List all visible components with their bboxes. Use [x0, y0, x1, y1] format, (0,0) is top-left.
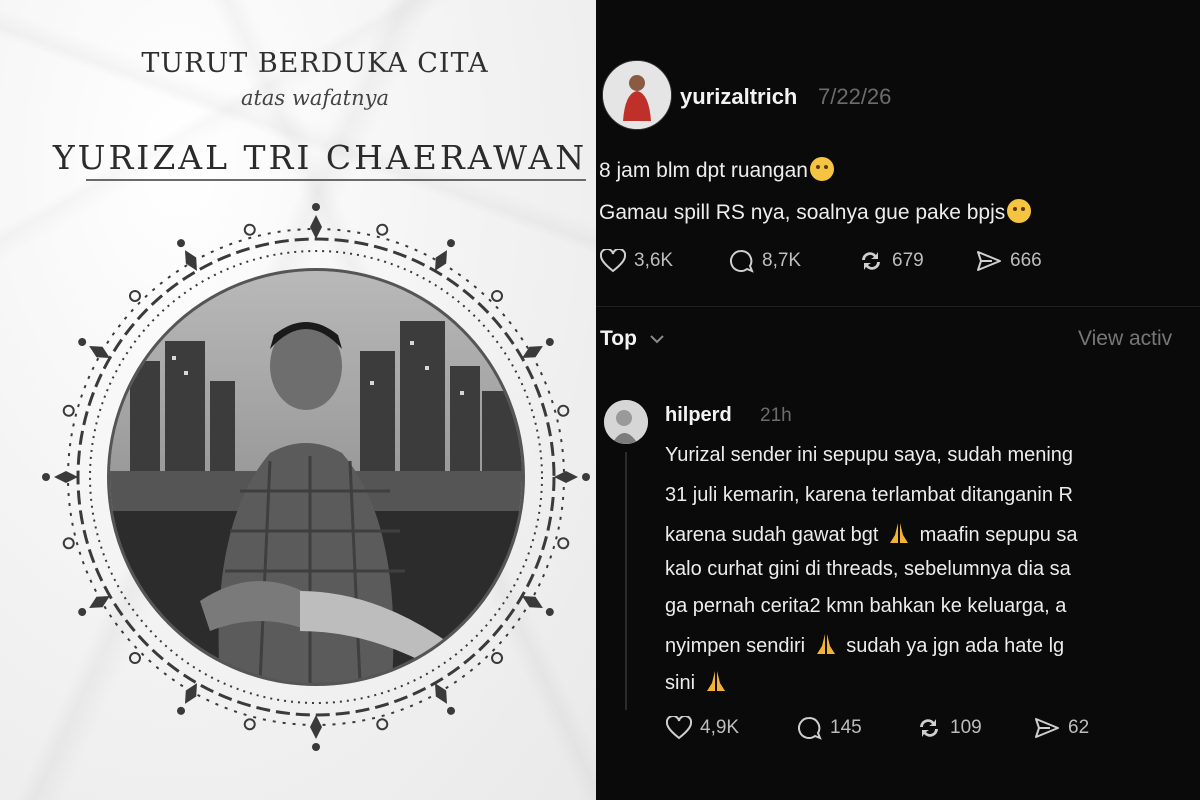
- like-button[interactable]: 3,6K: [600, 249, 673, 273]
- sort-dropdown[interactable]: Top: [600, 327, 637, 351]
- repost-icon: [920, 719, 938, 737]
- share-icon: [1035, 718, 1059, 738]
- heart-icon: [600, 249, 626, 273]
- comment-icon: [730, 249, 754, 273]
- heart-icon: [666, 716, 692, 740]
- share-button[interactable]: 62: [1034, 716, 1089, 740]
- reply-text-line: Yurizal sender ini sepupu saya, sudah me…: [665, 444, 1074, 466]
- repost-button[interactable]: 109: [916, 716, 982, 740]
- memorial-portrait: [107, 268, 525, 686]
- sad-emoji: [1007, 199, 1032, 223]
- section-divider: [596, 306, 1200, 307]
- crying-emoji: [809, 157, 834, 181]
- condolence-heading: TURUT BERDUKA CITA: [141, 48, 489, 79]
- share-count: 666: [1010, 250, 1042, 271]
- share-icon: [977, 251, 1001, 271]
- repost-button[interactable]: 679: [858, 249, 924, 273]
- comment-icon: [798, 716, 822, 740]
- avatar[interactable]: [604, 400, 648, 444]
- post-username[interactable]: yurizaltrich: [680, 84, 797, 110]
- reply-text-line: karena sudah gawat bgt maafin sepupu sa: [665, 521, 1078, 547]
- reply-time: 21h: [760, 405, 792, 426]
- post-text-line: Gamau spill RS nya, soalnya gue pake bpj…: [599, 199, 1032, 225]
- reply-text-line: nyimpen sendiri sudah ya jgn ada hate lg: [665, 632, 1064, 658]
- share-button[interactable]: 666: [976, 249, 1042, 273]
- avatar[interactable]: [602, 60, 672, 130]
- repost-count: 679: [892, 250, 924, 271]
- deceased-name: YURIZAL TRI CHAERAWAN: [52, 138, 588, 177]
- reply-thread-line: [625, 452, 627, 710]
- view-activity-link[interactable]: View activ: [1078, 327, 1172, 351]
- reply-text-line: 31 juli kemarin, karena terlambat ditang…: [665, 484, 1073, 506]
- chevron-down-icon[interactable]: [650, 334, 664, 344]
- reply-username[interactable]: hilperd: [665, 404, 732, 427]
- comment-button[interactable]: 8,7K: [728, 249, 801, 273]
- like-count: 4,9K: [700, 717, 740, 738]
- reply-text-line: ga pernah cerita2 kmn bahkan ke keluarga…: [665, 595, 1067, 617]
- post-text-line: 8 jam blm dpt ruangan: [599, 157, 834, 183]
- condolence-card: TURUT BERDUKA CITA atas wafatnya YURIZAL…: [0, 0, 596, 800]
- threads-post-panel: yurizaltrich 7/22/26 8 jam blm dpt ruang…: [596, 0, 1200, 800]
- comment-count: 145: [830, 717, 862, 738]
- reply-text-line: sini: [665, 669, 731, 695]
- praying-hands-emoji: [706, 671, 725, 691]
- repost-icon: [862, 252, 880, 270]
- praying-hands-emoji: [816, 634, 835, 654]
- reply-text-line: kalo curhat gini di threads, sebelumnya …: [665, 558, 1071, 580]
- comment-count: 8,7K: [762, 250, 802, 271]
- praying-hands-emoji: [890, 523, 909, 543]
- post-date: 7/22/26: [818, 84, 892, 109]
- comment-button[interactable]: 145: [796, 716, 862, 740]
- repost-count: 109: [950, 717, 982, 738]
- like-count: 3,6K: [634, 250, 674, 271]
- share-count: 62: [1068, 717, 1090, 738]
- like-button[interactable]: 4,9K: [666, 716, 739, 740]
- condolence-subheading: atas wafatnya: [240, 86, 390, 110]
- name-underline: [86, 179, 586, 181]
